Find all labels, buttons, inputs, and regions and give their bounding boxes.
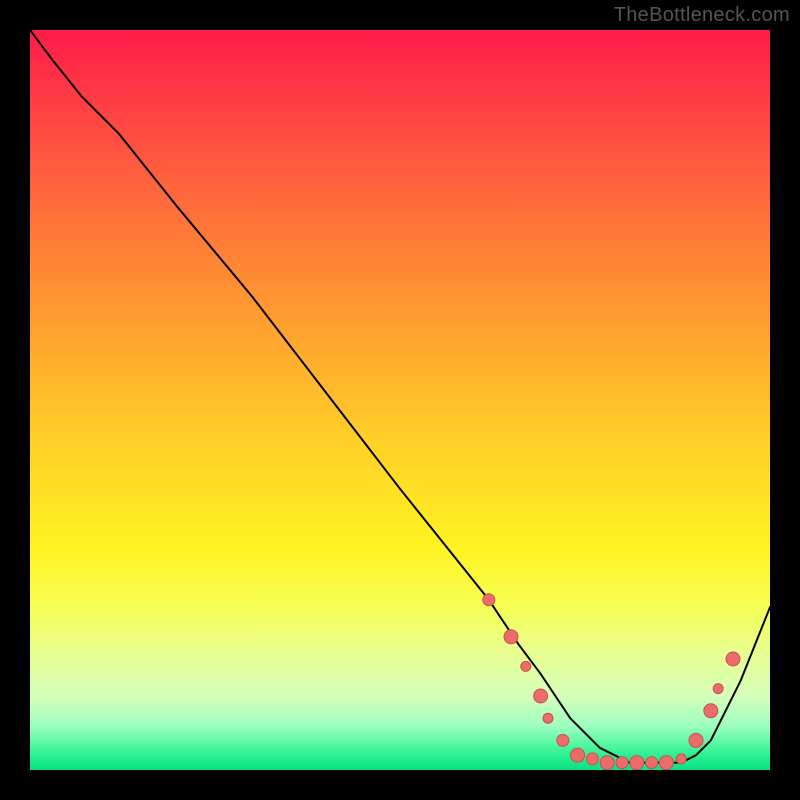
curve-marker xyxy=(600,756,614,770)
curve-marker xyxy=(630,756,644,770)
chart-frame: TheBottleneck.com xyxy=(0,0,800,800)
curve-marker xyxy=(521,661,531,671)
curve-marker xyxy=(646,757,658,769)
curve-marker xyxy=(504,630,518,644)
curve-marker xyxy=(557,734,569,746)
curve-marker xyxy=(713,684,723,694)
curve-marker xyxy=(689,733,703,747)
bottleneck-curve xyxy=(30,30,770,763)
curve-marker xyxy=(704,704,718,718)
plot-area xyxy=(30,30,770,770)
curve-marker xyxy=(543,713,553,723)
curve-marker xyxy=(483,594,495,606)
curve-marker xyxy=(534,689,548,703)
curve-marker xyxy=(659,756,673,770)
curve-marker xyxy=(726,652,740,666)
curve-markers xyxy=(483,594,740,770)
curve-marker xyxy=(616,757,628,769)
curve-svg xyxy=(30,30,770,770)
curve-marker xyxy=(676,754,686,764)
curve-marker xyxy=(571,748,585,762)
curve-marker xyxy=(586,753,598,765)
watermark-text: TheBottleneck.com xyxy=(614,4,790,27)
